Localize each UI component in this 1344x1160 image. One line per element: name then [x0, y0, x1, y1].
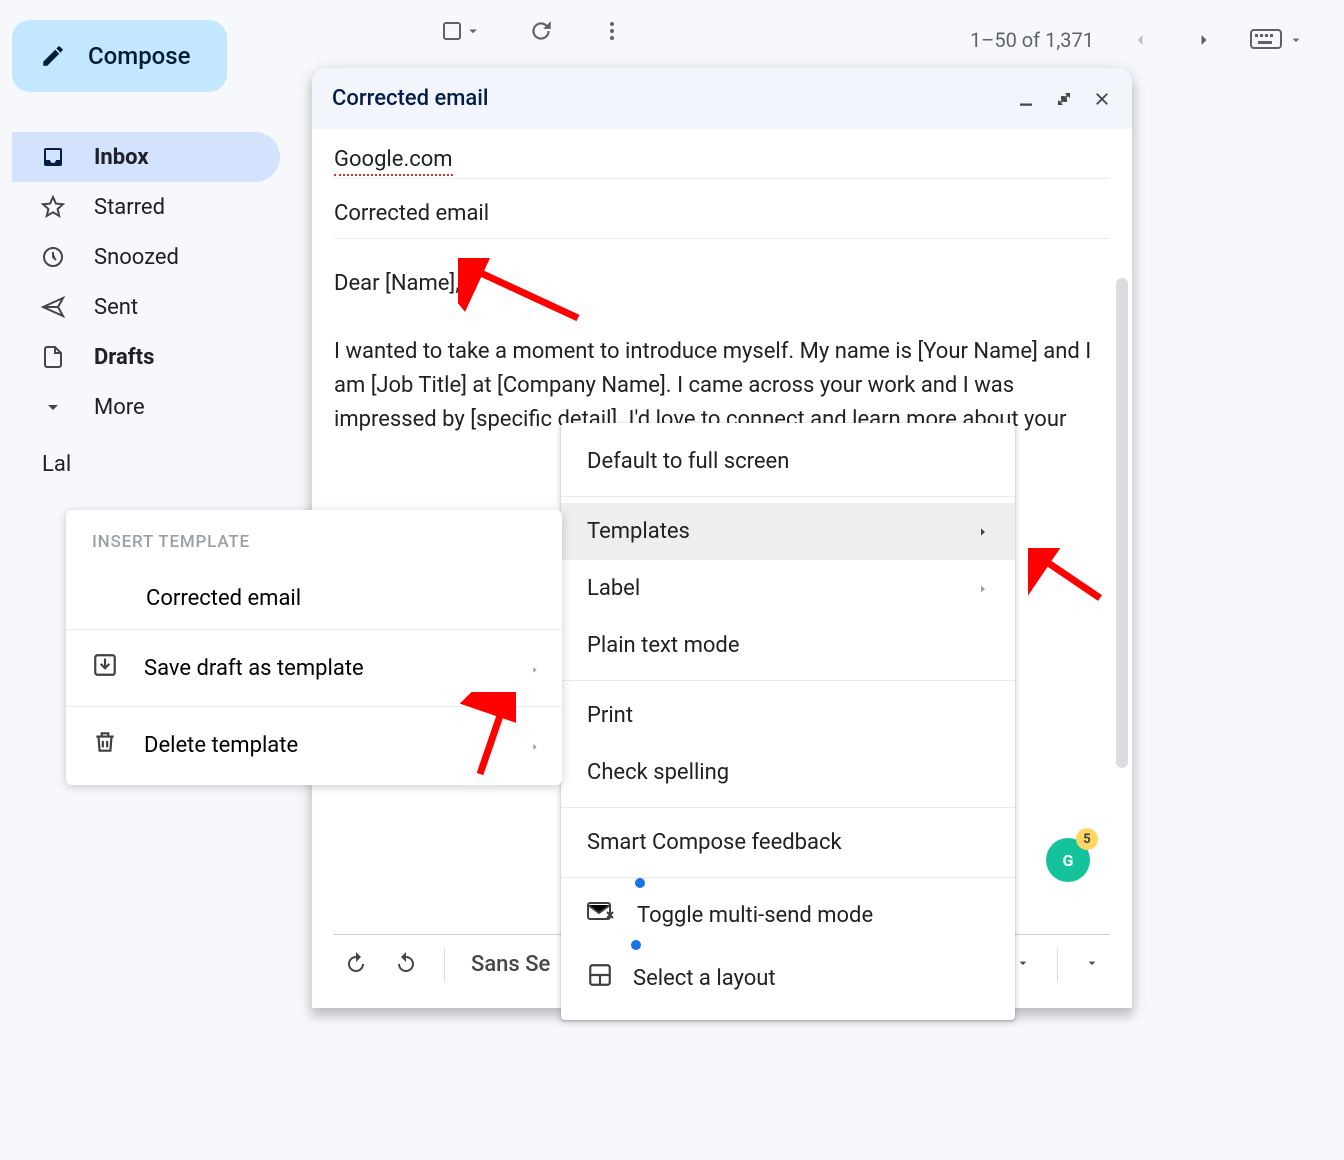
- redo-button[interactable]: [394, 950, 418, 980]
- more-button[interactable]: [600, 19, 624, 43]
- grammarly-count: 5: [1076, 828, 1098, 850]
- fullscreen-button[interactable]: [1054, 89, 1074, 109]
- compose-title: Corrected email: [332, 86, 488, 111]
- annotation-arrow: [1028, 548, 1108, 608]
- compose-header: Corrected email: [312, 68, 1132, 129]
- recipient-chip: Google.com: [334, 147, 453, 176]
- sidebar-item-label: Sent: [94, 295, 138, 320]
- more-options-button[interactable]: [1084, 952, 1100, 977]
- chevron-down-icon: [40, 394, 66, 420]
- scrollbar[interactable]: [1116, 278, 1128, 768]
- format-dropdown[interactable]: [1015, 952, 1031, 977]
- annotation-arrow: [440, 692, 516, 782]
- pagination: 1–50 of 1,371: [970, 22, 1304, 58]
- menu-templates[interactable]: Templates: [561, 503, 1015, 560]
- menu-toggle-multisend[interactable]: Toggle multi-send mode: [561, 884, 1015, 946]
- sidebar: Compose Inbox Starred Snoozed Sent Draft…: [0, 0, 300, 477]
- sidebar-item-label: Snoozed: [94, 245, 179, 270]
- sidebar-item-label: Drafts: [94, 345, 154, 370]
- trash-icon: [92, 729, 118, 761]
- sidebar-item-label: More: [94, 395, 145, 420]
- sidebar-item-more[interactable]: More: [12, 382, 280, 432]
- sidebar-item-sent[interactable]: Sent: [12, 282, 280, 332]
- menu-label[interactable]: Label: [561, 560, 1015, 617]
- prev-page-button[interactable]: [1122, 22, 1158, 58]
- annotation-arrow: [458, 258, 588, 328]
- menu-smart-compose-feedback[interactable]: Smart Compose feedback: [561, 814, 1015, 871]
- sidebar-item-drafts[interactable]: Drafts: [12, 332, 280, 382]
- sidebar-item-label: Inbox: [94, 145, 149, 170]
- submenu-header: INSERT TEMPLATE: [66, 510, 562, 568]
- chevron-right-icon: [977, 576, 989, 601]
- chevron-right-icon: [977, 519, 989, 544]
- select-checkbox[interactable]: [440, 19, 482, 43]
- input-tools-button[interactable]: [1250, 29, 1304, 51]
- sidebar-item-snoozed[interactable]: Snoozed: [12, 232, 280, 282]
- sidebar-item-starred[interactable]: Starred: [12, 182, 280, 232]
- clock-icon: [40, 244, 66, 270]
- compose-button[interactable]: Compose: [12, 20, 227, 92]
- undo-button[interactable]: [344, 950, 368, 980]
- menu-default-fullscreen[interactable]: Default to full screen: [561, 433, 1015, 490]
- pencil-icon: [40, 43, 66, 69]
- minimize-button[interactable]: [1016, 89, 1036, 109]
- menu-check-spelling[interactable]: Check spelling: [561, 744, 1015, 801]
- menu-plain-text[interactable]: Plain text mode: [561, 617, 1015, 674]
- menu-print[interactable]: Print: [561, 687, 1015, 744]
- compose-more-menu: Default to full screen Templates Label P…: [561, 423, 1015, 1020]
- grammarly-badge[interactable]: G 5: [1046, 838, 1090, 882]
- star-icon: [40, 194, 66, 220]
- sidebar-item-label: Starred: [94, 195, 165, 220]
- inbox-icon: [40, 144, 66, 170]
- refresh-button[interactable]: [528, 18, 554, 44]
- menu-select-layout[interactable]: Select a layout: [561, 946, 1015, 1010]
- font-selector[interactable]: Sans Se: [471, 952, 550, 977]
- subject-field[interactable]: Corrected email: [334, 179, 1110, 239]
- chevron-right-icon: [530, 656, 540, 681]
- close-button[interactable]: [1092, 89, 1112, 109]
- layout-icon: [587, 962, 613, 994]
- grammarly-letter: G: [1063, 851, 1074, 870]
- draft-icon: [40, 344, 66, 370]
- mail-toolbar: [440, 18, 624, 44]
- chevron-right-icon: [530, 733, 540, 758]
- template-item-corrected-email[interactable]: Corrected email: [66, 568, 562, 629]
- to-field[interactable]: Google.com: [334, 129, 1110, 179]
- compose-body[interactable]: Dear [Name], I wanted to take a moment t…: [334, 239, 1110, 437]
- save-icon: [92, 652, 118, 684]
- envelope-icon: [587, 900, 617, 930]
- send-icon: [40, 294, 66, 320]
- compose-label: Compose: [88, 42, 191, 70]
- pagination-text: 1–50 of 1,371: [970, 28, 1094, 52]
- body-greeting: Dear [Name],: [334, 267, 1110, 301]
- next-page-button[interactable]: [1186, 22, 1222, 58]
- sidebar-item-inbox[interactable]: Inbox: [12, 132, 280, 182]
- labels-header: Lal: [12, 432, 300, 477]
